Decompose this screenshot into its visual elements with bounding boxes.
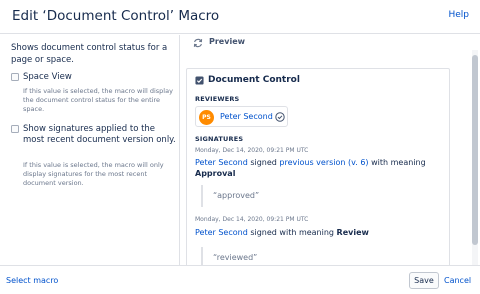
- space-view-help: If this value is selected, the macro wil…: [23, 87, 173, 113]
- show-signatures-checkbox[interactable]: [11, 125, 19, 133]
- signature-timestamp: Monday, Dec 14, 2020, 09:21 PM UTC: [195, 216, 309, 223]
- cancel-link[interactable]: Cancel: [444, 276, 471, 285]
- signature-entry: Peter Second signed with meaning Review: [195, 227, 445, 238]
- option-show-signatures[interactable]: Show signatures applied to the most rece…: [11, 124, 176, 188]
- dialog-title: Edit ‘Document Control’ Macro: [12, 8, 220, 24]
- options-panel: Shows document control status for a page…: [0, 35, 180, 265]
- signature-comment: “reviewed”: [201, 247, 291, 265]
- reviewers-heading: REVIEWERS: [195, 95, 240, 103]
- signer-link[interactable]: Peter Second: [195, 228, 248, 237]
- preview-label-text: Preview: [209, 37, 246, 46]
- select-macro-link[interactable]: Select macro: [6, 276, 58, 285]
- signature-meaning: Review: [336, 228, 369, 237]
- signature-action: signed with meaning: [247, 228, 337, 237]
- dialog-header: Edit ‘Document Control’ Macro Help: [0, 0, 480, 34]
- space-view-label[interactable]: Space View: [23, 72, 178, 83]
- space-view-checkbox[interactable]: [11, 73, 19, 81]
- signature-comment: “approved”: [201, 185, 291, 207]
- document-control-icon: [195, 76, 204, 85]
- option-space-view[interactable]: Space View If this value is selected, th…: [11, 72, 178, 113]
- save-button[interactable]: Save: [409, 272, 439, 289]
- preview-scrollbar[interactable]: [472, 50, 478, 265]
- help-link[interactable]: Help: [448, 10, 469, 20]
- signature-entry: Peter Second signed previous version (v.…: [195, 157, 445, 179]
- signer-link[interactable]: Peter Second: [195, 158, 248, 167]
- preview-bar: Preview: [181, 35, 480, 50]
- refresh-icon[interactable]: [193, 38, 203, 48]
- signature-meaning: Approval: [195, 169, 236, 178]
- avatar: PS: [199, 110, 214, 125]
- reviewer-name[interactable]: Peter Second: [220, 112, 273, 121]
- card-title-text: Document Control: [208, 75, 300, 85]
- scrollbar-thumb[interactable]: [472, 55, 478, 245]
- reviewer-chip[interactable]: PS Peter Second: [195, 106, 288, 127]
- signature-meaning-text: with meaning: [368, 158, 426, 167]
- signatures-heading: SIGNATURES: [195, 135, 244, 143]
- signature-action: signed: [247, 158, 280, 167]
- preview-panel: Preview Document Control REVIEWERS PS Pe…: [181, 35, 480, 265]
- macro-description: Shows document control status for a page…: [11, 43, 168, 65]
- signature-timestamp: Monday, Dec 14, 2020, 09:21 PM UTC: [195, 147, 309, 154]
- dialog-footer: Select macro Save Cancel: [0, 265, 480, 294]
- version-link[interactable]: previous version (v. 6): [279, 158, 368, 167]
- show-signatures-help: If this value is selected, the macro wil…: [23, 161, 164, 187]
- show-signatures-label[interactable]: Show signatures applied to the most rece…: [23, 124, 178, 146]
- check-circle-icon: [275, 112, 285, 122]
- document-control-card: Document Control REVIEWERS PS Peter Seco…: [186, 68, 450, 265]
